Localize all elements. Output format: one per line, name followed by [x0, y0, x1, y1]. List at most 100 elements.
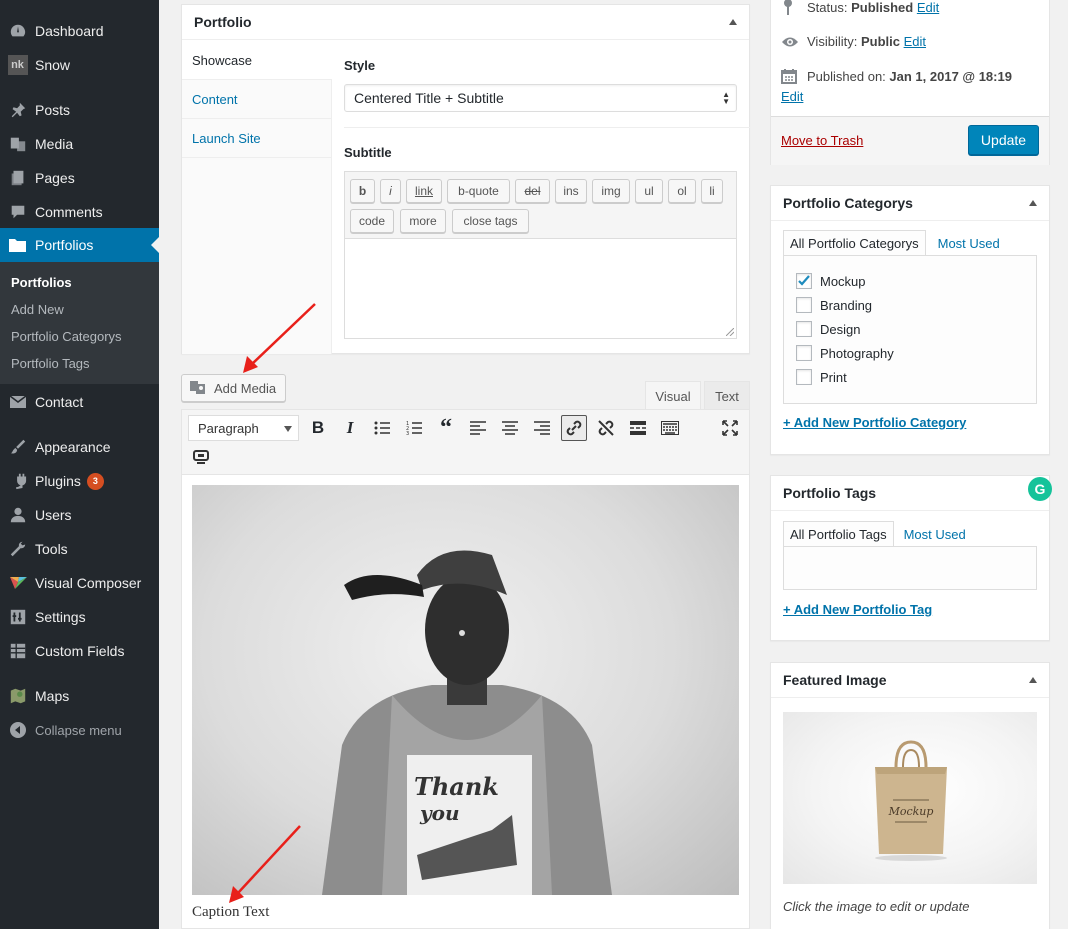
category-design[interactable]: Design [796, 321, 860, 337]
remove-link-icon[interactable] [593, 415, 619, 441]
published-edit-link[interactable]: Edit [781, 89, 803, 104]
collapse-menu-button[interactable]: Collapse menu [0, 713, 159, 747]
qt-del-button[interactable]: del [515, 179, 550, 203]
tab-content[interactable]: Content [182, 80, 331, 119]
visibility-value: Public [860, 34, 900, 49]
read-more-icon[interactable] [625, 415, 651, 441]
menu-users[interactable]: Users [0, 498, 159, 532]
menu-contact[interactable]: Contact [0, 385, 159, 419]
qt-bold-button[interactable]: b [350, 179, 375, 203]
menu-label: Pages [35, 170, 75, 186]
qt-li-button[interactable]: li [701, 179, 723, 203]
tab-launch-site[interactable]: Launch Site [182, 119, 331, 158]
publish-actions: Move to Trash Update [771, 116, 1049, 165]
add-new-tag-link[interactable]: + Add New Portfolio Tag [783, 602, 932, 617]
add-media-button[interactable]: Add Media [181, 374, 286, 402]
collapse-toggle-icon[interactable] [729, 19, 737, 25]
tags-panel [783, 546, 1037, 590]
menu-maps[interactable]: Maps [0, 679, 159, 713]
published-on-row: Published on: Jan 1, 2017 @ 18:19 [781, 68, 1012, 84]
blockquote-icon[interactable]: “ [433, 415, 459, 441]
tab-showcase[interactable]: Showcase [182, 41, 332, 80]
pushpin-icon [0, 101, 35, 119]
tab-visual[interactable]: Visual [645, 381, 701, 410]
bold-icon[interactable]: B [305, 415, 331, 441]
categories-title: Portfolio Categorys [783, 195, 913, 211]
category-branding[interactable]: Branding [796, 297, 872, 313]
qt-italic-button[interactable]: i [380, 179, 401, 203]
submenu-add-new[interactable]: Add New [11, 302, 64, 317]
italic-icon[interactable]: I [337, 415, 363, 441]
update-button[interactable]: Update [968, 125, 1039, 155]
plug-icon [0, 472, 35, 490]
bullet-list-icon[interactable] [369, 415, 395, 441]
category-photography[interactable]: Photography [796, 345, 894, 361]
bag-print-text: Mockup [888, 805, 934, 818]
menu-plugins[interactable]: Plugins 3 [0, 464, 159, 498]
tab-all-categories[interactable]: All Portfolio Categorys [783, 230, 926, 256]
toolbar-toggle-icon[interactable] [657, 415, 683, 441]
menu-snow[interactable]: nk Snow [0, 48, 159, 82]
style-select[interactable]: Centered Title + Subtitle ▲ ▼ [344, 84, 737, 112]
menu-tools[interactable]: Tools [0, 532, 159, 566]
chevron-down-icon [284, 426, 292, 432]
menu-portfolios[interactable]: Portfolios [0, 228, 159, 262]
submenu-portfolios[interactable]: Portfolios [11, 275, 72, 290]
menu-custom-fields[interactable]: Custom Fields [0, 634, 159, 668]
checkbox[interactable] [796, 273, 812, 289]
qt-img-button[interactable]: img [592, 179, 630, 203]
format-select[interactable]: Paragraph [188, 415, 299, 441]
menu-appearance[interactable]: Appearance [0, 430, 159, 464]
menu-settings[interactable]: Settings [0, 600, 159, 634]
menu-pages[interactable]: Pages [0, 161, 159, 195]
menu-media[interactable]: Media [0, 127, 159, 161]
add-new-category-link[interactable]: + Add New Portfolio Category [783, 415, 966, 430]
submenu-portfolio-tags[interactable]: Portfolio Tags [11, 356, 90, 371]
checkbox[interactable] [796, 321, 812, 337]
tab-most-used[interactable]: Most Used [932, 230, 1006, 256]
menu-comments[interactable]: Comments [0, 195, 159, 229]
align-center-icon[interactable] [497, 415, 523, 441]
qt-code-button[interactable]: code [350, 209, 394, 233]
content-photo[interactable]: Thank you [192, 485, 739, 895]
category-mockup[interactable]: Mockup [796, 273, 866, 289]
insert-link-icon[interactable] [561, 415, 587, 441]
status-edit-link[interactable]: Edit [917, 0, 939, 15]
qt-link-button[interactable]: link [406, 179, 442, 203]
status-row: Status: Published Edit [781, 0, 939, 15]
menu-label: Posts [35, 102, 71, 118]
checkbox[interactable] [796, 297, 812, 313]
visual-composer-icon[interactable] [188, 444, 214, 470]
qt-ol-button[interactable]: ol [668, 179, 696, 203]
visibility-edit-link[interactable]: Edit [904, 34, 926, 49]
grammarly-icon[interactable]: G [1028, 477, 1052, 501]
featured-image-thumbnail[interactable]: Mockup [783, 712, 1037, 884]
user-icon [0, 506, 35, 524]
subtitle-textarea[interactable] [345, 239, 736, 338]
align-left-icon[interactable] [465, 415, 491, 441]
checkbox[interactable] [796, 369, 812, 385]
fullscreen-icon[interactable] [717, 415, 743, 441]
qt-more-button[interactable]: more [400, 209, 446, 233]
featured-header: Featured Image [771, 663, 1049, 698]
align-right-icon[interactable] [529, 415, 555, 441]
numbered-list-icon[interactable]: 123 [401, 415, 427, 441]
tab-all-tags[interactable]: All Portfolio Tags [783, 521, 894, 547]
menu-posts[interactable]: Posts [0, 93, 159, 127]
collapse-toggle-icon[interactable] [1029, 677, 1037, 683]
menu-dashboard[interactable]: Dashboard [0, 14, 159, 48]
qt-ins-button[interactable]: ins [555, 179, 587, 203]
collapse-toggle-icon[interactable] [1029, 200, 1037, 206]
checkbox[interactable] [796, 345, 812, 361]
plugin-update-badge: 3 [86, 472, 104, 490]
qt-bquote-button[interactable]: b-quote [447, 179, 510, 203]
category-print[interactable]: Print [796, 369, 847, 385]
menu-visual-composer[interactable]: Visual Composer [0, 566, 159, 600]
qt-ul-button[interactable]: ul [635, 179, 663, 203]
submenu-portfolio-categorys[interactable]: Portfolio Categorys [11, 329, 122, 344]
qt-close-tags-button[interactable]: close tags [452, 209, 529, 233]
editor-content-area[interactable]: Thank you Caption Text [181, 475, 750, 929]
tab-most-used[interactable]: Most Used [898, 521, 972, 547]
move-to-trash-link[interactable]: Move to Trash [781, 133, 863, 148]
tab-text[interactable]: Text [704, 381, 750, 410]
